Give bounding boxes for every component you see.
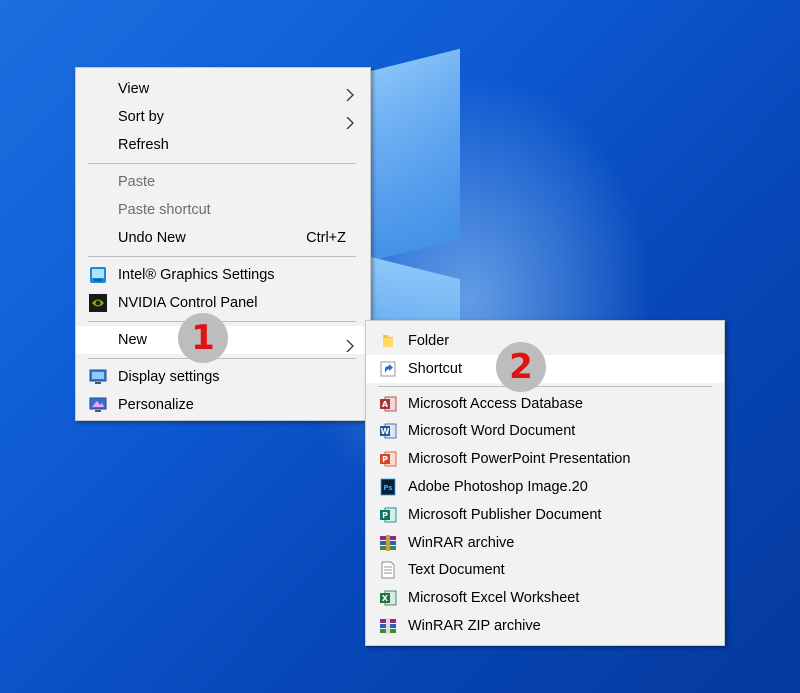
menu-item-label: Display settings: [118, 369, 220, 385]
menu-item-label: Folder: [408, 333, 450, 349]
photoshop-icon: Ps: [379, 478, 397, 496]
nvidia-icon: [89, 294, 107, 312]
menu-item-sort-by[interactable]: Sort by: [76, 103, 370, 131]
chevron-right-icon: [344, 111, 356, 130]
access-icon: A: [379, 395, 397, 413]
svg-text:Ps: Ps: [383, 484, 392, 492]
menu-separator: [378, 385, 712, 387]
submenu-item-word[interactable]: W Microsoft Word Document: [366, 417, 724, 445]
menu-item-label: WinRAR archive: [408, 534, 515, 551]
powerpoint-icon: P: [379, 450, 397, 468]
menu-item-label: Adobe Photoshop Image.20: [408, 478, 588, 495]
svg-text:W: W: [381, 427, 390, 436]
menu-item-label: View: [118, 81, 150, 97]
menu-item-label: Shortcut: [408, 360, 462, 377]
svg-text:P: P: [382, 511, 388, 520]
svg-text:A: A: [382, 400, 389, 409]
menu-item-paste-shortcut: Paste shortcut: [76, 196, 370, 224]
folder-icon: [379, 332, 397, 350]
menu-item-label: Microsoft Excel Worksheet: [408, 590, 580, 607]
menu-separator: [88, 358, 356, 359]
svg-text:P: P: [382, 455, 388, 464]
keyboard-shortcut: Ctrl+Z: [306, 230, 346, 246]
word-icon: W: [379, 422, 397, 440]
chevron-right-icon: [344, 334, 356, 353]
menu-item-nvidia[interactable]: NVIDIA Control Panel: [76, 289, 370, 317]
submenu-item-text-document[interactable]: Text Document: [366, 556, 724, 584]
submenu-item-winrar-zip[interactable]: WinRAR ZIP archive: [366, 612, 724, 640]
menu-item-label: Text Document: [408, 562, 505, 579]
menu-item-label: WinRAR ZIP archive: [408, 617, 541, 634]
submenu-item-excel[interactable]: X Microsoft Excel Worksheet: [366, 584, 724, 612]
menu-item-paste: Paste: [76, 168, 370, 196]
personalize-icon: [89, 396, 107, 414]
menu-item-label: Microsoft Access Database: [408, 395, 583, 412]
menu-separator: [88, 163, 356, 164]
submenu-item-photoshop[interactable]: Ps Adobe Photoshop Image.20: [366, 473, 724, 501]
windows-logo-pane: [370, 48, 460, 262]
menu-separator: [88, 256, 356, 257]
menu-item-refresh[interactable]: Refresh: [76, 131, 370, 159]
desktop-context-menu: View Sort by Refresh Paste Paste shortcu…: [75, 67, 371, 421]
menu-item-label: Microsoft Publisher Document: [408, 506, 602, 523]
shortcut-icon: [379, 360, 397, 378]
menu-item-label: Refresh: [118, 137, 169, 153]
menu-item-label: Personalize: [118, 397, 194, 413]
excel-icon: X: [379, 589, 397, 607]
submenu-item-folder[interactable]: Folder: [366, 327, 724, 355]
menu-item-label: Sort by: [118, 109, 164, 125]
menu-item-label: New: [118, 332, 148, 348]
publisher-icon: P: [379, 506, 397, 524]
menu-item-label: Microsoft Word Document: [408, 423, 576, 440]
menu-item-intel-graphics[interactable]: Intel® Graphics Settings: [76, 261, 370, 289]
menu-item-label: Paste: [118, 174, 156, 190]
display-icon: [89, 368, 107, 386]
submenu-item-access[interactable]: A Microsoft Access Database: [366, 390, 724, 418]
menu-item-label: Paste shortcut: [118, 202, 211, 218]
menu-item-label: Intel® Graphics Settings: [118, 267, 275, 283]
submenu-item-publisher[interactable]: P Microsoft Publisher Document: [366, 501, 724, 529]
step-badge-1: 1: [178, 313, 228, 363]
menu-item-label: Microsoft PowerPoint Presentation: [408, 451, 631, 468]
menu-item-label: Undo New: [118, 230, 186, 246]
step-badge-2: 2: [496, 342, 546, 392]
menu-item-display-settings[interactable]: Display settings: [76, 363, 370, 391]
intel-graphics-icon: [89, 266, 107, 284]
menu-item-undo-new[interactable]: Undo New Ctrl+Z: [76, 224, 370, 252]
svg-text:X: X: [382, 594, 389, 603]
submenu-item-powerpoint[interactable]: P Microsoft PowerPoint Presentation: [366, 445, 724, 473]
chevron-right-icon: [344, 83, 356, 102]
menu-item-label: NVIDIA Control Panel: [118, 295, 258, 311]
submenu-item-winrar[interactable]: WinRAR archive: [366, 529, 724, 557]
text-document-icon: [379, 561, 397, 579]
winrar-icon: [379, 534, 397, 552]
winrar-zip-icon: [379, 617, 397, 635]
menu-item-view[interactable]: View: [76, 75, 370, 103]
menu-item-personalize[interactable]: Personalize: [76, 391, 370, 419]
